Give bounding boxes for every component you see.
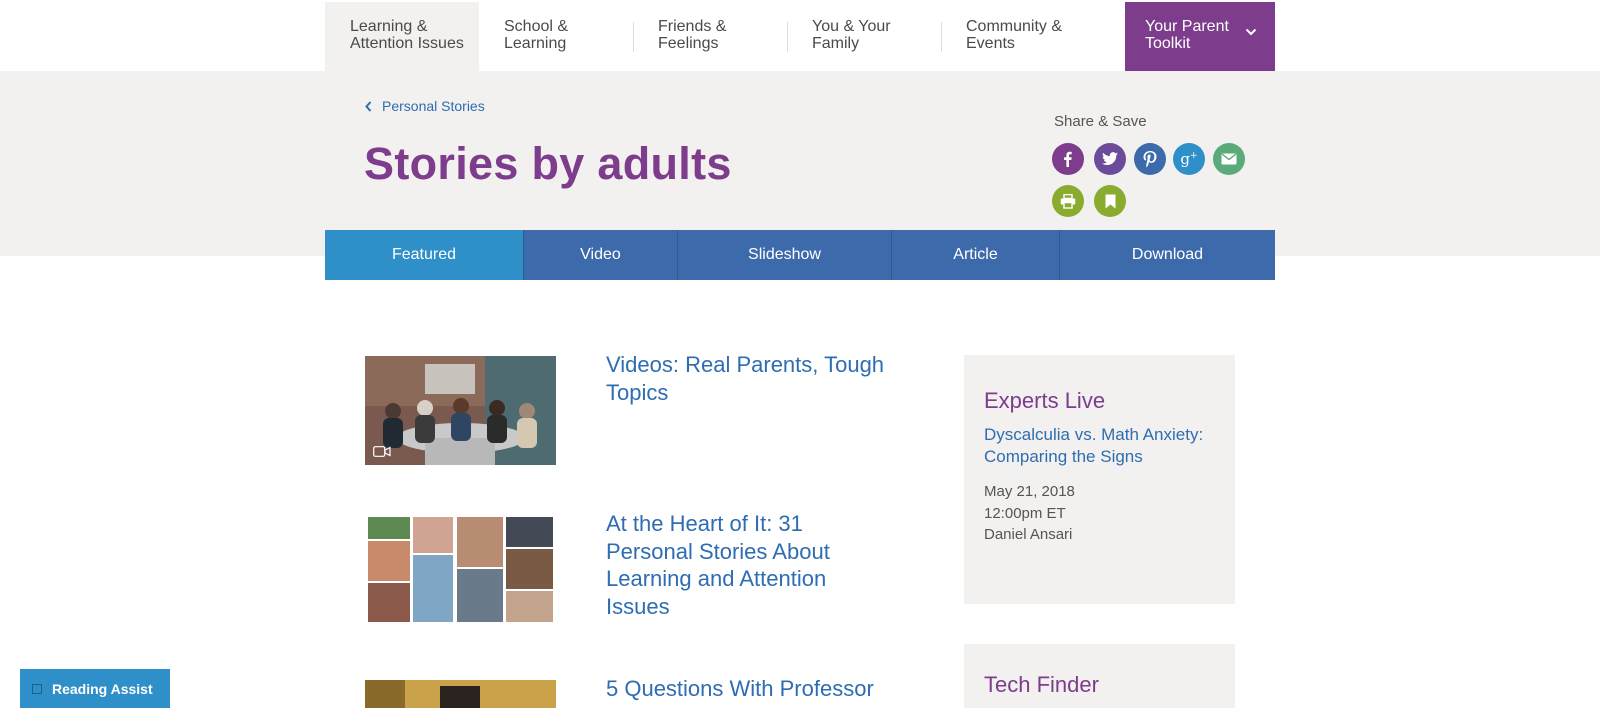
share-save-label: Share & Save: [1054, 113, 1147, 130]
facebook-icon[interactable]: [1052, 143, 1084, 175]
nav-divider: [787, 22, 788, 52]
chevron-down-icon: [1245, 28, 1257, 36]
breadcrumb-label: Personal Stories: [382, 98, 485, 114]
story-title-link[interactable]: At the Heart of It: 31 Personal Stories …: [606, 510, 891, 620]
tab-download[interactable]: Download: [1060, 230, 1275, 280]
toolkit-label: Your Parent: [1145, 18, 1229, 35]
tab-label: Download: [1131, 246, 1204, 263]
video-camera-icon: [373, 446, 391, 457]
nav-item-label: Learning &: [350, 18, 428, 35]
content-type-tabs: Featured Video Slideshow Article Downloa…: [325, 230, 1275, 280]
nav-divider: [941, 22, 942, 52]
chevron-left-icon: [365, 100, 372, 112]
nav-item-label: School &: [504, 18, 569, 35]
nav-item-label: Feelings: [658, 35, 719, 52]
thumbnail-image: [365, 356, 556, 465]
nav-item-you-your-family[interactable]: You & Your Family: [787, 2, 941, 71]
nav-divider: [633, 22, 634, 52]
experts-live-event-link[interactable]: Dyscalculia vs. Math Anxiety: Comparing …: [984, 424, 1215, 467]
tab-label: Article: [953, 246, 998, 263]
nav-item-friends-feelings[interactable]: Friends & Feelings: [633, 2, 787, 71]
experts-live-card: Experts Live Dyscalculia vs. Math Anxiet…: [964, 355, 1235, 604]
tab-article[interactable]: Article: [892, 230, 1060, 280]
email-icon[interactable]: [1213, 143, 1245, 175]
nav-item-label: Family: [812, 35, 860, 52]
toolkit-label: Toolkit: [1145, 35, 1191, 52]
tab-label: Slideshow: [748, 246, 821, 263]
reading-assist-button[interactable]: Reading Assist: [20, 669, 170, 708]
nav-item-label: Learning: [504, 35, 567, 52]
story-title-link[interactable]: 5 Questions With Professor: [606, 675, 891, 703]
nav-item-label: Community &: [966, 18, 1063, 35]
tab-video[interactable]: Video: [524, 230, 678, 280]
story-thumbnail-collage[interactable]: [365, 515, 556, 624]
twitter-icon[interactable]: [1094, 143, 1126, 175]
nav-item-label: Events: [966, 35, 1015, 52]
top-navigation: Learning & Attention Issues School & Lea…: [325, 2, 1275, 71]
pinterest-icon[interactable]: [1134, 143, 1166, 175]
tab-featured[interactable]: Featured: [325, 230, 524, 280]
thumbnail-image: [365, 680, 556, 708]
nav-item-learning-attention[interactable]: Learning & Attention Issues: [325, 2, 479, 71]
google-plus-glyph: g+: [1180, 150, 1198, 168]
reading-assist-icon: [32, 683, 42, 694]
thumbnail-image: [365, 515, 556, 624]
event-time: 12:00pm ET: [984, 504, 1066, 522]
nav-item-label: You & Your: [812, 18, 891, 35]
page-title: Stories by adults: [364, 138, 732, 189]
story-thumbnail-video[interactable]: [365, 356, 556, 465]
nav-item-label: Friends &: [658, 18, 727, 35]
tech-finder-card: Tech Finder: [964, 644, 1235, 708]
google-plus-icon[interactable]: g+: [1173, 143, 1205, 175]
story-thumbnail-photo[interactable]: [365, 680, 556, 708]
tab-label: Video: [580, 246, 621, 263]
tech-finder-heading: Tech Finder: [984, 672, 1099, 697]
tab-label: Featured: [391, 246, 457, 263]
nav-item-label: Attention Issues: [350, 35, 464, 52]
parent-toolkit-menu-button[interactable]: Your Parent Toolkit: [1125, 2, 1275, 71]
print-icon[interactable]: [1052, 185, 1084, 217]
reading-assist-label: Reading Assist: [52, 680, 153, 697]
nav-item-community-events[interactable]: Community & Events: [941, 2, 1095, 71]
page-header-band: [0, 71, 1600, 256]
event-date: May 21, 2018: [984, 483, 1075, 500]
experts-live-heading: Experts Live: [984, 388, 1106, 413]
story-title-link[interactable]: Videos: Real Parents, Tough Topics: [606, 351, 891, 406]
nav-item-school-learning[interactable]: School & Learning: [479, 2, 633, 71]
event-speaker: Daniel Ansari: [984, 526, 1073, 543]
tab-slideshow[interactable]: Slideshow: [678, 230, 892, 280]
bookmark-icon[interactable]: [1094, 185, 1126, 217]
breadcrumb-back-link[interactable]: Personal Stories: [365, 98, 485, 114]
